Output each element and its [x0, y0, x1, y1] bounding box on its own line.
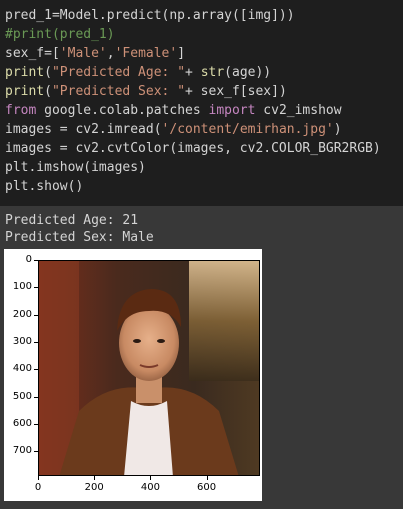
matplotlib-figure: 0 100 200 300 400 500 600 700 0 200 400 600 [4, 249, 262, 501]
code-line[interactable]: plt.show() [5, 177, 83, 196]
x-tick-mark [150, 476, 152, 480]
code-token: images = cv2.imread( [5, 122, 162, 137]
code-token: "Predicted Age: " [51, 65, 186, 80]
y-tick-label: 200 [12, 308, 32, 320]
predicted-age-output: Predicted Age: 21 [5, 213, 139, 228]
code-token: from [5, 103, 37, 118]
y-tick-label: 0 [25, 254, 32, 265]
code-line[interactable]: from google.colab.patches import cv2_ims… [5, 101, 342, 120]
y-tick-mark [34, 314, 38, 316]
code-cell[interactable]: pred_1=Model.predict(np.array([img])) #pr… [0, 0, 403, 206]
y-tick-mark [34, 342, 38, 344]
code-token: import [208, 103, 256, 118]
code-token: ) [333, 122, 342, 137]
y-tick-label: 700 [12, 445, 32, 457]
portrait-image [39, 261, 259, 475]
y-tick-label: 100 [12, 281, 32, 293]
predicted-sex-output: Predicted Sex: Male [5, 230, 154, 245]
code-token: "Predicted Sex: " [51, 84, 186, 99]
code-line[interactable]: #print(pred_1) [5, 25, 115, 44]
code-token: plt.imshow(images) [5, 160, 146, 175]
code-token: (age)) [224, 65, 272, 80]
y-tick-mark [34, 451, 38, 453]
code-token: sex_f=[ [5, 46, 60, 61]
y-tick-mark [34, 424, 38, 426]
plot-image [38, 260, 260, 476]
code-token: , [106, 46, 115, 61]
x-tick-label: 0 [34, 482, 42, 493]
code-line[interactable]: pred_1=Model.predict(np.array([img])) [5, 6, 295, 25]
code-token: pred_1=Model.predict(np.array([img])) [5, 8, 295, 23]
code-token: ] [177, 46, 186, 61]
code-token: ( [44, 84, 52, 99]
code-token: '/content/emirhan.jpg' [161, 122, 334, 137]
code-token: + [185, 65, 201, 80]
x-tick-label: 400 [140, 482, 160, 493]
x-tick-mark [94, 476, 96, 480]
notebook: pred_1=Model.predict(np.array([img])) #pr… [0, 0, 403, 509]
code-token: images = cv2.cvtColor(images, cv2.COLOR_… [5, 141, 381, 156]
code-token: plt.show() [5, 179, 84, 194]
y-tick-label: 600 [12, 418, 32, 430]
y-tick-mark [34, 260, 38, 261]
code-line[interactable]: images = cv2.cvtColor(images, cv2.COLOR_… [5, 139, 381, 158]
y-tick-mark [34, 396, 38, 398]
code-token: 'Female' [114, 46, 178, 61]
code-line[interactable]: plt.imshow(images) [5, 158, 146, 177]
code-token: cv2_imshow [255, 103, 342, 118]
code-token: str [200, 65, 225, 80]
code-token: print [5, 65, 45, 80]
y-tick-label: 400 [12, 363, 32, 375]
x-tick-label: 600 [197, 482, 217, 493]
code-token: + sex_f[sex]) [185, 84, 287, 99]
x-tick-mark [38, 476, 39, 480]
code-line[interactable]: print("Predicted Sex: "+ sex_f[sex]) [5, 82, 287, 101]
code-line[interactable]: images = cv2.imread('/content/emirhan.jp… [5, 120, 342, 139]
code-token: print [5, 84, 45, 99]
x-tick-label: 200 [84, 482, 104, 493]
y-tick-mark [34, 369, 38, 371]
code-token: google.colab.patches [36, 103, 209, 118]
code-line[interactable]: print("Predicted Age: "+ str(age)) [5, 63, 271, 82]
code-token: 'Male' [59, 46, 107, 61]
x-tick-mark [206, 476, 208, 480]
y-tick-label: 500 [12, 390, 32, 402]
code-line[interactable]: sex_f=['Male','Female'] [5, 44, 185, 63]
y-tick-mark [34, 287, 38, 289]
y-tick-label: 300 [12, 336, 32, 348]
code-token: #print(pred_1) [5, 27, 115, 42]
code-token: ( [44, 65, 52, 80]
